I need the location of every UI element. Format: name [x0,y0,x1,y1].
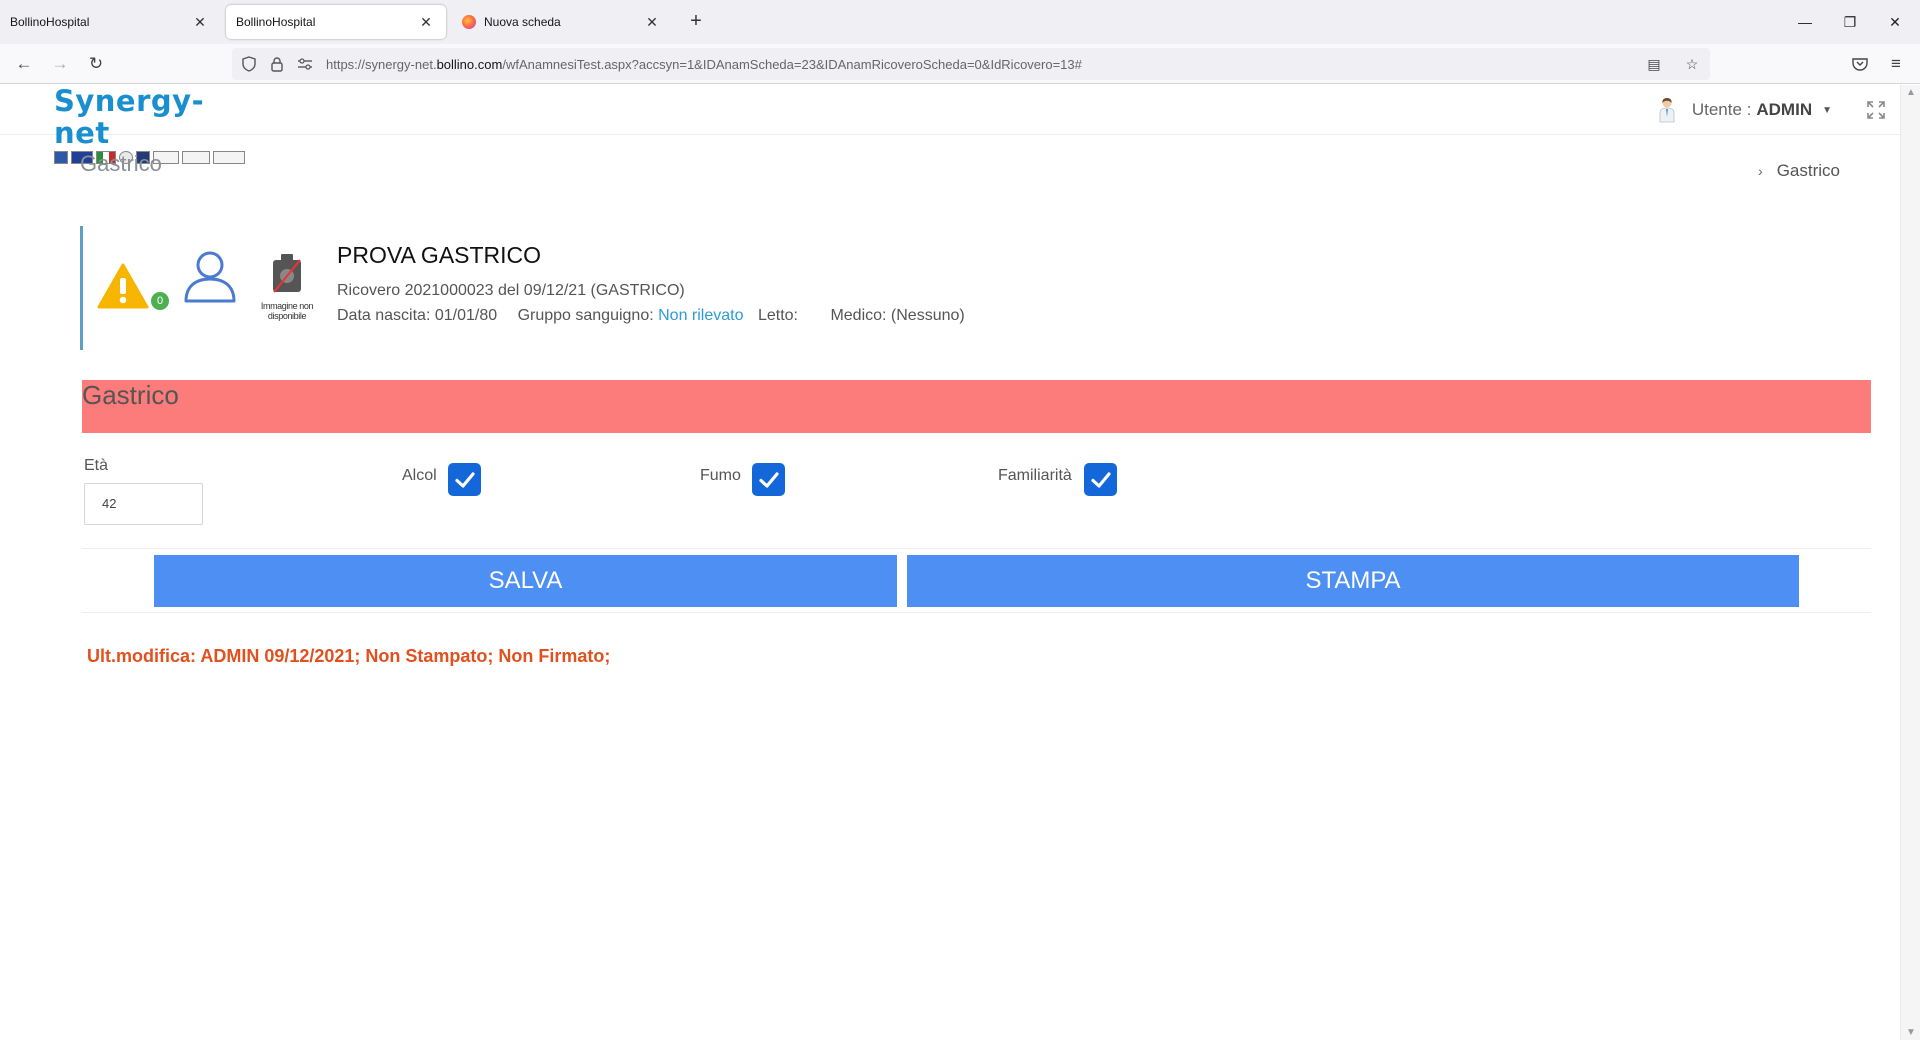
section-header: Gastrico [82,380,1871,433]
patient-name: PROVA GASTRICO [337,242,542,268]
no-image-icon [273,254,301,293]
browser-nav-bar: ← → ↻ https://synergy-net.bollino.com/wf… [0,44,1920,84]
back-icon[interactable]: ← [12,52,36,76]
url-bar[interactable]: https://synergy-net.bollino.com/wfAnamne… [232,48,1710,80]
fumo-label: Fumo [700,467,741,484]
alcol-checkbox[interactable] [448,463,481,496]
user-name: ADMIN [1756,100,1813,119]
sponsor-logo-icon [182,151,210,164]
fullscreen-icon[interactable] [1864,98,1888,122]
eta-input[interactable]: 42 [84,483,203,525]
checkmark-icon [758,471,779,488]
fumo-checkbox[interactable] [752,463,785,496]
tab-title: BollinoHospital [236,15,316,29]
alcol-label: Alcol [402,467,437,484]
url-text[interactable]: https://synergy-net.bollino.com/wfAnamne… [326,57,1082,72]
restore-icon[interactable]: ❐ [1838,10,1862,34]
user-menu[interactable]: Utente : ADMIN ▼ [1658,95,1888,125]
synergy-net-logo[interactable]: Synergy-net [54,85,254,164]
page-scrollbar[interactable]: ▲ ▼ [1900,85,1920,1040]
reload-icon[interactable]: ↻ [84,52,108,76]
scroll-up-icon[interactable]: ▲ [1905,87,1917,98]
breadcrumb: › Gastrico [1758,161,1840,181]
partner-logo-icon [54,151,68,164]
patient-card: 0 Immagine non disponibile PROVA GASTRIC… [80,226,1880,350]
tab-bollinohospital-2[interactable]: BollinoHospital ✕ [226,5,446,39]
cni-logo-icon [213,151,245,164]
tab-title: BollinoHospital [10,15,90,29]
warning-icon[interactable] [97,262,149,310]
new-tab-button[interactable]: + [684,10,708,34]
forward-icon[interactable]: → [48,52,72,76]
close-icon[interactable]: ✕ [190,12,210,32]
tab-nuova-scheda[interactable]: Nuova scheda ✕ [452,5,672,39]
divider [82,548,1871,549]
bed-label: Letto: [757,307,798,324]
tab-bollinohospital-1[interactable]: BollinoHospital ✕ [0,5,220,39]
doctor-label: Medico: (Nessuno) [830,307,965,324]
save-button[interactable]: SALVA [154,555,897,607]
reader-view-icon[interactable]: ▤ [1644,54,1664,74]
checkmark-icon [454,471,475,488]
url-domain: bollino.com [436,56,503,72]
url-prefix: https://synergy-net. [326,56,437,72]
url-path: /wfAnamnesiTest.aspx?accsyn=1&IDAnamSche… [502,56,1082,72]
print-button[interactable]: STAMPA [907,555,1799,607]
page-content: Synergy-net Utente : ADMIN ▼ Gastrico › … [0,85,1900,1040]
caret-down-icon: ▼ [1822,104,1832,116]
logo-text: Synergy-net [54,84,205,150]
alert-count-badge: 0 [151,292,169,310]
close-icon[interactable]: ✕ [642,12,662,32]
scroll-down-icon[interactable]: ▼ [1905,1027,1917,1038]
ricovero-info: Ricovero 2021000023 del 09/12/21 (GASTRI… [337,282,685,299]
last-modified-status: Ult.modifica: ADMIN 09/12/2021; Non Stam… [87,646,611,666]
app-header: Synergy-net Utente : ADMIN ▼ [0,85,1900,164]
page-title: Gastrico [80,151,162,176]
blood-group-label: Gruppo sanguigno: [517,307,654,324]
person-icon [184,251,236,303]
patient-photo-placeholder: Immagine non disponibile [245,252,329,321]
section-title: Gastrico [82,380,179,410]
close-window-icon[interactable]: ✕ [1883,10,1907,34]
divider [82,612,1871,613]
breadcrumb-item[interactable]: Gastrico [1777,161,1840,181]
browser-tab-bar: BollinoHospital ✕ BollinoHospital ✕ Nuov… [0,0,1920,44]
minimize-icon[interactable]: — [1793,10,1817,34]
permissions-icon[interactable] [294,53,316,75]
user-avatar-icon [1659,98,1675,123]
familiarita-checkbox[interactable] [1084,463,1117,496]
shield-icon[interactable] [238,53,260,75]
close-icon[interactable]: ✕ [416,12,436,32]
tab-title: Nuova scheda [484,15,561,29]
familiarita-label: Familiarità [998,467,1072,484]
chevron-right-icon: › [1758,163,1763,179]
lock-icon[interactable] [266,53,288,75]
pocket-icon[interactable] [1848,52,1872,76]
birth-date: Data nascita: 01/01/80 [337,307,498,324]
checkmark-icon [1090,471,1111,488]
menu-icon[interactable]: ≡ [1884,52,1908,76]
firefox-icon [462,15,476,29]
blood-group-link[interactable]: Non rilevato [658,307,743,324]
eta-label: Età [84,457,109,474]
bookmark-star-icon[interactable]: ☆ [1682,54,1702,74]
user-label: Utente : [1691,100,1752,119]
patient-details: Data nascita: 01/01/80 Gruppo sanguigno:… [337,307,965,325]
no-image-label: Immagine non disponibile [260,301,314,321]
